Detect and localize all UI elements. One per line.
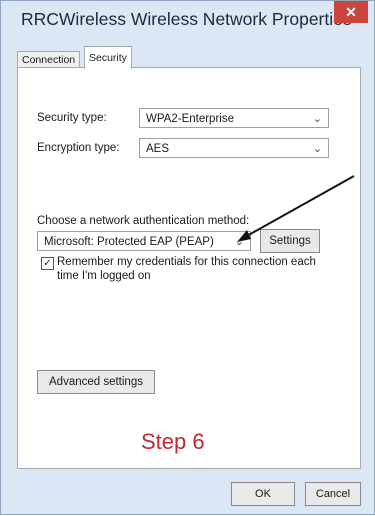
- ok-button[interactable]: OK: [231, 482, 295, 506]
- annotation-arrow-icon: [237, 175, 355, 242]
- tab-security[interactable]: Security: [84, 46, 132, 69]
- cancel-button[interactable]: Cancel: [305, 482, 361, 506]
- properties-dialog: RRCWireless Wireless Network Properties …: [0, 0, 375, 515]
